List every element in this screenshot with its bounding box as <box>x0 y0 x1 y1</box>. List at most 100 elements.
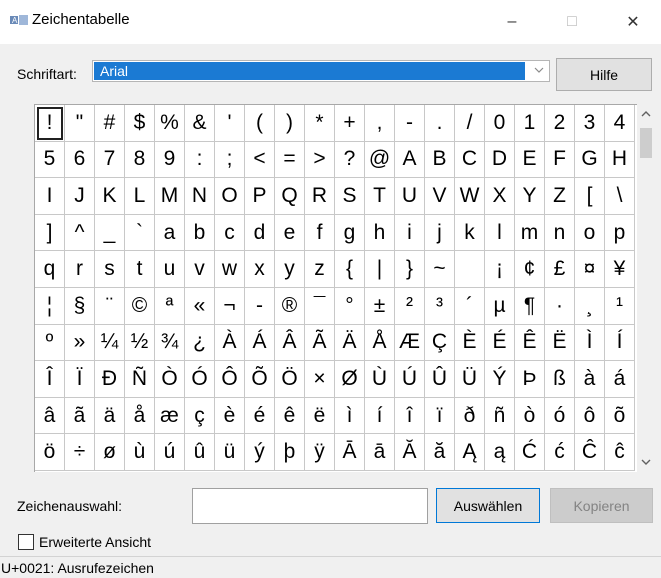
character-cell[interactable]: ą <box>485 434 515 471</box>
character-cell[interactable]: Ø <box>335 361 365 398</box>
character-cell[interactable]: N <box>185 178 215 215</box>
character-cell[interactable]: I <box>35 178 65 215</box>
character-cell[interactable]: Ú <box>395 361 425 398</box>
character-cell[interactable]: b <box>185 214 215 252</box>
character-cell[interactable]: ā <box>365 434 395 471</box>
character-cell[interactable]: Ì <box>575 324 605 362</box>
character-cell[interactable]: ï <box>425 397 455 435</box>
character-cell[interactable]: _ <box>95 214 125 252</box>
character-cell[interactable]: ä <box>95 397 125 435</box>
character-cell[interactable]: é <box>245 397 275 435</box>
character-cell[interactable]: õ <box>605 397 635 435</box>
character-cell[interactable]: * <box>305 105 335 142</box>
scroll-up-arrow-icon[interactable] <box>640 109 652 119</box>
character-cell[interactable]: A <box>395 141 425 179</box>
character-cell[interactable]: \ <box>605 178 635 215</box>
character-cell[interactable]: × <box>305 361 335 398</box>
character-cell[interactable]: ° <box>335 287 365 325</box>
character-cell[interactable]: µ <box>485 287 515 325</box>
scroll-down-arrow-icon[interactable] <box>640 457 652 467</box>
character-cell[interactable]: ã <box>65 397 95 435</box>
character-cell[interactable]: L <box>125 178 155 215</box>
character-cell[interactable]: j <box>425 214 455 252</box>
character-cell[interactable]: Û <box>425 361 455 398</box>
character-cell[interactable]: ' <box>215 105 245 142</box>
character-cell[interactable]: Õ <box>245 361 275 398</box>
character-cell[interactable]: S <box>335 178 365 215</box>
character-cell[interactable]: p <box>605 214 635 252</box>
character-cell[interactable]: ? <box>335 141 365 179</box>
character-cell[interactable]: ë <box>305 397 335 435</box>
character-cell[interactable]: > <box>305 141 335 179</box>
minimize-button[interactable]: – <box>489 6 535 38</box>
character-cell[interactable]: ÷ <box>65 434 95 471</box>
character-cell[interactable]: ² <box>395 287 425 325</box>
character-cell[interactable]: 3 <box>575 105 605 142</box>
character-cell[interactable]: Ç <box>425 324 455 362</box>
character-cell[interactable]: { <box>335 251 365 288</box>
character-cell[interactable]: U <box>395 178 425 215</box>
character-cell[interactable]: Ï <box>65 361 95 398</box>
character-cell[interactable]: Ý <box>485 361 515 398</box>
character-cell[interactable]: ~ <box>425 251 455 288</box>
character-cell[interactable]: Ö <box>275 361 305 398</box>
character-cell[interactable]: c <box>215 214 245 252</box>
character-cell[interactable]: Ê <box>515 324 545 362</box>
character-cell[interactable]: Y <box>515 178 545 215</box>
character-cell[interactable]: Q <box>275 178 305 215</box>
character-cell[interactable]: ¬ <box>215 287 245 325</box>
character-cell[interactable]: ¼ <box>95 324 125 362</box>
character-cell[interactable]: $ <box>125 105 155 142</box>
character-cell[interactable]: Ă <box>395 434 425 471</box>
character-cell[interactable]: ì <box>335 397 365 435</box>
character-cell[interactable]: Ë <box>545 324 575 362</box>
character-cell[interactable]: ® <box>275 287 305 325</box>
character-cell[interactable]: Ñ <box>125 361 155 398</box>
character-cell[interactable]: E <box>515 141 545 179</box>
character-cell[interactable]: Â <box>275 324 305 362</box>
character-cell[interactable]: h <box>365 214 395 252</box>
character-cell[interactable]: ă <box>425 434 455 471</box>
character-cell[interactable]: o <box>575 214 605 252</box>
character-cell[interactable]: æ <box>155 397 185 435</box>
character-cell[interactable]: D <box>485 141 515 179</box>
character-cell[interactable]: Ò <box>155 361 185 398</box>
character-cell[interactable]: â <box>35 397 65 435</box>
character-cell[interactable]: 4 <box>605 105 635 142</box>
character-cell[interactable]: º <box>35 324 65 362</box>
character-cell[interactable]: + <box>335 105 365 142</box>
character-cell[interactable]: W <box>455 178 485 215</box>
character-cell[interactable]: i <box>395 214 425 252</box>
character-cell[interactable]: ¾ <box>155 324 185 362</box>
character-cell[interactable]: ¦ <box>35 287 65 325</box>
character-cell[interactable]: ) <box>275 105 305 142</box>
character-cell[interactable]: , <box>365 105 395 142</box>
character-cell[interactable]: ó <box>545 397 575 435</box>
character-cell[interactable]: ò <box>515 397 545 435</box>
character-cell[interactable]: y <box>275 251 305 288</box>
character-cell[interactable]: ý <box>245 434 275 471</box>
character-cell[interactable]: § <box>65 287 95 325</box>
advanced-view-label[interactable]: Erweiterte Ansicht <box>39 534 151 550</box>
character-cell[interactable]: Ð <box>95 361 125 398</box>
character-cell[interactable]: ø <box>95 434 125 471</box>
character-cell[interactable]: C <box>455 141 485 179</box>
character-cell[interactable]: r <box>65 251 95 288</box>
character-cell[interactable]: g <box>335 214 365 252</box>
character-cell[interactable]: ½ <box>125 324 155 362</box>
character-cell[interactable]: e <box>275 214 305 252</box>
character-cell[interactable]: Æ <box>395 324 425 362</box>
character-cell[interactable]: 5 <box>35 141 65 179</box>
advanced-view-checkbox[interactable] <box>18 534 34 550</box>
character-cell[interactable]: 9 <box>155 141 185 179</box>
character-cell[interactable]: K <box>95 178 125 215</box>
character-cell[interactable]: á <box>605 361 635 398</box>
character-cell[interactable]: ` <box>125 214 155 252</box>
character-cell[interactable]: t <box>125 251 155 288</box>
character-cell[interactable]: Ć <box>515 434 545 471</box>
character-cell[interactable]: Ü <box>455 361 485 398</box>
character-cell[interactable]: ð <box>455 397 485 435</box>
maximize-button[interactable]: □ <box>549 6 595 38</box>
character-cell[interactable]: ] <box>35 214 65 252</box>
character-cell[interactable]: è <box>215 397 245 435</box>
